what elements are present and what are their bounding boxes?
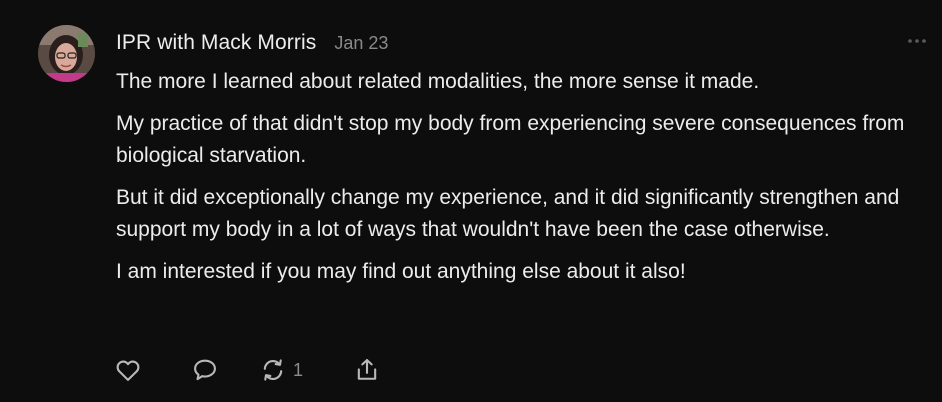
comment-paragraph: But it did exceptionally change my exper…	[116, 186, 900, 241]
restack-button[interactable]: 1	[259, 355, 303, 385]
comment-header: IPR with Mack Morris Jan 23	[116, 31, 388, 55]
comment-paragraph: I am interested if you may find out anyt…	[116, 260, 686, 283]
share-upload-icon	[357, 359, 377, 380]
reply-button[interactable]	[191, 355, 219, 385]
comment-paragraph: My practice of that didn't stop my body …	[116, 112, 905, 167]
ellipsis-icon	[908, 39, 926, 43]
like-button[interactable]	[114, 355, 142, 385]
comment-date[interactable]: Jan 23	[334, 33, 388, 54]
comment-paragraph: The more I learned about related modalit…	[116, 70, 760, 93]
comment-body: The more I learned about related modalit…	[116, 66, 916, 298]
avatar[interactable]	[38, 25, 95, 82]
heart-icon	[116, 360, 140, 381]
author-name[interactable]: IPR with Mack Morris	[116, 31, 316, 55]
more-options-button[interactable]	[906, 34, 928, 48]
comment-bubble-icon	[194, 359, 216, 381]
restack-arrows-icon	[263, 359, 283, 381]
share-button[interactable]	[353, 355, 381, 385]
restack-count: 1	[293, 359, 304, 380]
